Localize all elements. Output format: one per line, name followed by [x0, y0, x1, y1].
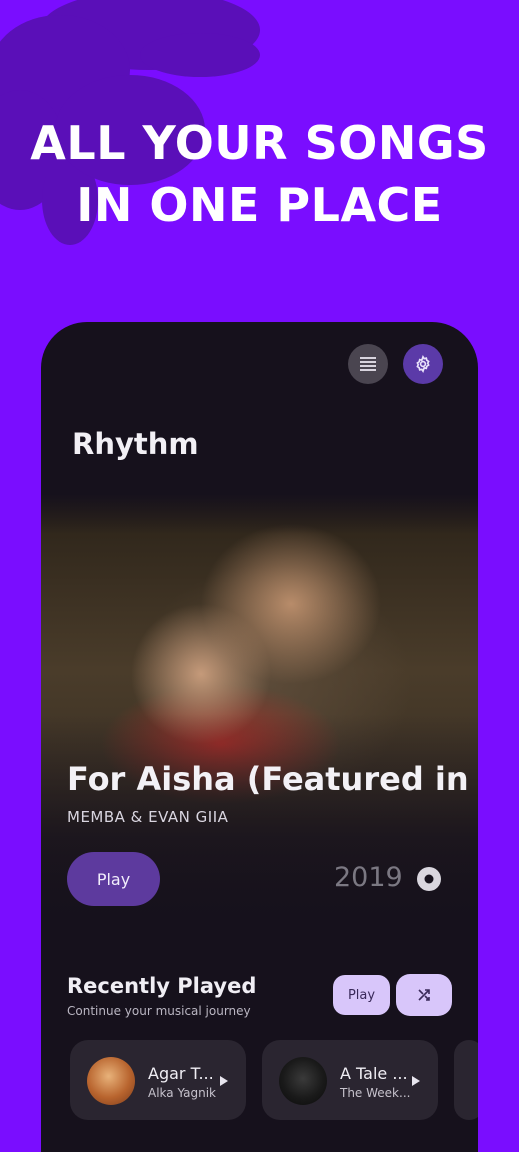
- recently-played-heading: Recently Played: [67, 974, 257, 998]
- recent-item-artist: Alka Yagnik: [148, 1086, 216, 1100]
- artwork-top-fade: [41, 494, 478, 534]
- recent-item-artist: The Week...: [340, 1086, 411, 1100]
- album-thumbnail: [279, 1057, 327, 1105]
- app-title: Rhythm: [72, 427, 199, 461]
- list-icon: [360, 357, 376, 371]
- play-icon[interactable]: [220, 1076, 228, 1086]
- recently-played-subtitle: Continue your musical journey: [67, 1004, 251, 1018]
- headline-line-1: ALL YOUR SONGS: [30, 116, 489, 170]
- headline: ALL YOUR SONGS IN ONE PLACE: [0, 112, 519, 236]
- phone-screen: Rhythm For Aisha (Featured in... MEMBA &…: [41, 322, 478, 1152]
- recent-item-title: Agar T...: [148, 1064, 214, 1083]
- play-icon[interactable]: [412, 1076, 420, 1086]
- settings-button[interactable]: [403, 344, 443, 384]
- featured-year: 2019: [334, 862, 403, 893]
- featured-song-title: For Aisha (Featured in...: [67, 760, 467, 798]
- shuffle-button[interactable]: [396, 974, 452, 1016]
- headline-line-2: IN ONE PLACE: [76, 178, 443, 232]
- recent-item-card[interactable]: Agar T... Alka Yagnik: [70, 1040, 246, 1120]
- featured-play-button[interactable]: Play: [67, 852, 160, 906]
- featured-artist: MEMBA & EVAN GIIA: [67, 808, 229, 826]
- recent-item-title: A Tale ...: [340, 1064, 408, 1083]
- recent-play-button[interactable]: Play: [333, 975, 390, 1015]
- disc-icon[interactable]: [416, 866, 442, 892]
- recent-item-card[interactable]: A Tale ... The Week...: [262, 1040, 438, 1120]
- album-thumbnail: [87, 1057, 135, 1105]
- shuffle-icon: [418, 989, 430, 1001]
- recent-item-card-partial[interactable]: [454, 1040, 478, 1120]
- list-view-button[interactable]: [348, 344, 388, 384]
- gear-icon: [416, 355, 430, 373]
